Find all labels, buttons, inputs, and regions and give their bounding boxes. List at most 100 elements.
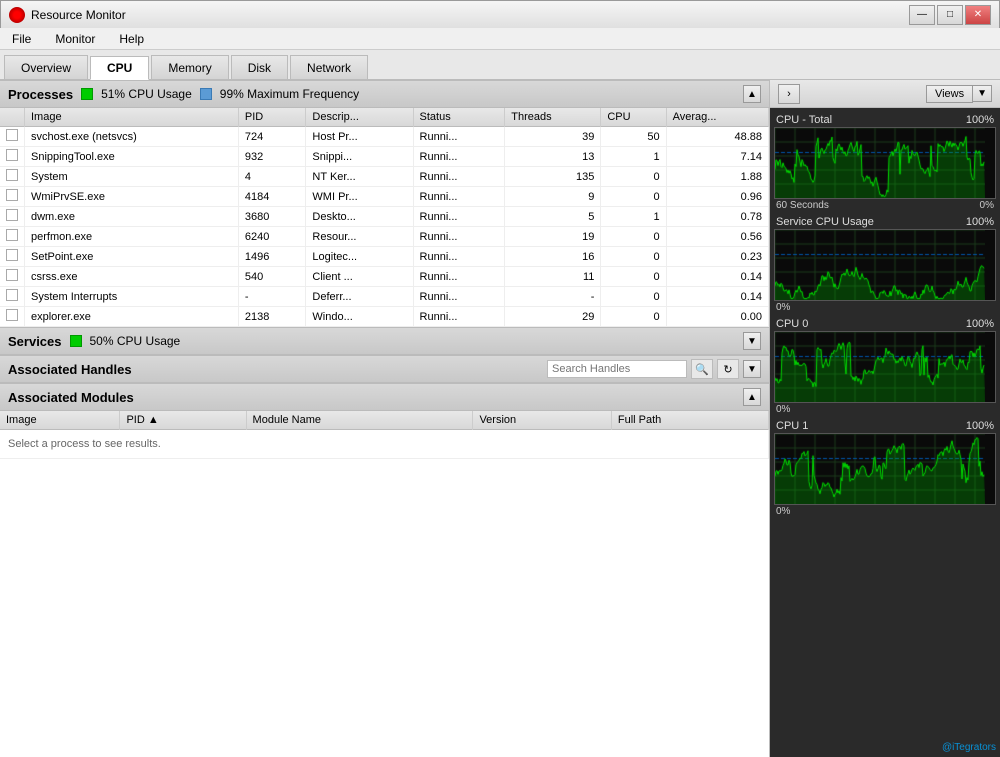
title-buttons: — □ ✕ [909, 5, 991, 25]
graph-cpu-total-footer-val: 0% [980, 200, 994, 211]
row-checkbox[interactable] [0, 167, 25, 187]
row-checkbox[interactable] [0, 187, 25, 207]
row-checkbox[interactable] [0, 287, 25, 307]
tab-network[interactable]: Network [290, 55, 368, 79]
row-desc: WMI Pr... [306, 187, 413, 207]
col-cpu[interactable]: CPU [601, 108, 666, 127]
row-checkbox[interactable] [0, 307, 25, 327]
handles-header[interactable]: Associated Handles 🔍 ↻ ▼ [0, 355, 769, 383]
row-avg: 48.88 [666, 127, 768, 147]
col-threads[interactable]: Threads [505, 108, 601, 127]
menu-file[interactable]: File [8, 30, 35, 48]
modules-collapse-btn[interactable]: ▲ [743, 388, 761, 406]
col-pid[interactable]: PID [238, 108, 306, 127]
freq-indicator [200, 88, 212, 100]
row-avg: 1.88 [666, 167, 768, 187]
right-wrapper: › Views ▼ CPU - Total 100% 60 Seconds 0% [770, 80, 1000, 757]
col-checkbox [0, 108, 25, 127]
right-panel-header: › Views ▼ [770, 80, 1000, 108]
close-button[interactable]: ✕ [965, 5, 991, 25]
row-checkbox[interactable] [0, 207, 25, 227]
modules-header-left: Associated Modules [8, 390, 134, 405]
col-image[interactable]: Image [25, 108, 239, 127]
col-description[interactable]: Descrip... [306, 108, 413, 127]
mod-col-pid[interactable]: PID ▲ [120, 411, 246, 430]
col-average[interactable]: Averag... [666, 108, 768, 127]
row-status: Runni... [413, 207, 505, 227]
table-row[interactable]: dwm.exe 3680 Deskto... Runni... 5 1 0.78 [0, 207, 769, 227]
graph-service-cpu-label: Service CPU Usage [776, 216, 874, 228]
table-row[interactable]: SnippingTool.exe 932 Snippi... Runni... … [0, 147, 769, 167]
row-image: csrss.exe [25, 267, 239, 287]
maximize-button[interactable]: □ [937, 5, 963, 25]
graph-service-cpu-canvas [775, 230, 985, 300]
row-desc: Deferr... [306, 287, 413, 307]
row-desc: Windo... [306, 307, 413, 327]
table-row[interactable]: csrss.exe 540 Client ... Runni... 11 0 0… [0, 267, 769, 287]
row-status: Runni... [413, 127, 505, 147]
col-status[interactable]: Status [413, 108, 505, 127]
table-row[interactable]: WmiPrvSE.exe 4184 WMI Pr... Runni... 9 0… [0, 187, 769, 207]
row-pid: 540 [238, 267, 306, 287]
services-header-left: Services 50% CPU Usage [8, 334, 180, 349]
views-label[interactable]: Views [926, 85, 973, 103]
modules-table-container: Image PID ▲ Module Name Version Full Pat… [0, 411, 769, 757]
minimize-button[interactable]: — [909, 5, 935, 25]
table-row[interactable]: explorer.exe 2138 Windo... Runni... 29 0… [0, 307, 769, 327]
table-row[interactable]: svchost.exe (netsvcs) 724 Host Pr... Run… [0, 127, 769, 147]
graph-cpu1-box [774, 433, 996, 505]
row-checkbox[interactable] [0, 127, 25, 147]
handles-search-bar: 🔍 ↻ ▼ [547, 359, 761, 379]
tab-memory[interactable]: Memory [151, 55, 228, 79]
modules-empty-row: Select a process to see results. [0, 430, 769, 459]
modules-header[interactable]: Associated Modules ▲ [0, 383, 769, 411]
graph-cpu1: CPU 1 100% 0% [774, 418, 996, 518]
row-checkbox[interactable] [0, 147, 25, 167]
handles-search-icon[interactable]: 🔍 [691, 359, 713, 379]
table-row[interactable]: System Interrupts - Deferr... Runni... -… [0, 287, 769, 307]
processes-header[interactable]: Processes 51% CPU Usage 99% Maximum Freq… [0, 80, 769, 108]
process-table-container: Image PID Descrip... Status Threads CPU … [0, 108, 769, 327]
graph-cpu-total: CPU - Total 100% 60 Seconds 0% [774, 112, 996, 212]
mod-col-path[interactable]: Full Path [611, 411, 768, 430]
services-collapse-btn[interactable]: ▼ [743, 332, 761, 350]
row-checkbox[interactable] [0, 247, 25, 267]
left-panel: Processes 51% CPU Usage 99% Maximum Freq… [0, 80, 770, 757]
mod-col-image[interactable]: Image [0, 411, 120, 430]
services-section: Services 50% CPU Usage ▼ [0, 327, 769, 355]
tab-cpu[interactable]: CPU [90, 56, 149, 80]
app-icon [9, 7, 25, 23]
row-pid: 1496 [238, 247, 306, 267]
handles-search-input[interactable] [547, 360, 687, 378]
views-arrow[interactable]: ▼ [973, 85, 992, 102]
mod-col-module[interactable]: Module Name [246, 411, 473, 430]
processes-collapse-btn[interactable]: ▲ [743, 85, 761, 103]
row-desc: Resour... [306, 227, 413, 247]
modules-empty-msg: Select a process to see results. [0, 430, 769, 459]
graph-cpu-total-footer-label: 60 Seconds [776, 200, 829, 211]
row-image: System [25, 167, 239, 187]
row-image: SnippingTool.exe [25, 147, 239, 167]
services-header[interactable]: Services 50% CPU Usage ▼ [0, 327, 769, 355]
graph-cpu0-label: CPU 0 [776, 318, 808, 330]
row-checkbox[interactable] [0, 267, 25, 287]
modules-tbody: Select a process to see results. [0, 430, 769, 459]
row-threads: 135 [505, 167, 601, 187]
handles-refresh-btn[interactable]: ↻ [717, 359, 739, 379]
processes-max-freq: 99% Maximum Frequency [220, 87, 359, 101]
table-row[interactable]: System 4 NT Ker... Runni... 135 0 1.88 [0, 167, 769, 187]
menu-help[interactable]: Help [115, 30, 148, 48]
row-image: SetPoint.exe [25, 247, 239, 267]
row-avg: 0.14 [666, 287, 768, 307]
table-row[interactable]: perfmon.exe 6240 Resour... Runni... 19 0… [0, 227, 769, 247]
mod-col-version[interactable]: Version [473, 411, 611, 430]
table-row[interactable]: SetPoint.exe 1496 Logitec... Runni... 16… [0, 247, 769, 267]
graph-cpu1-label: CPU 1 [776, 420, 808, 432]
tab-overview[interactable]: Overview [4, 55, 88, 79]
handles-collapse-btn[interactable]: ▼ [743, 360, 761, 378]
tab-disk[interactable]: Disk [231, 55, 288, 79]
menu-monitor[interactable]: Monitor [51, 30, 99, 48]
row-threads: 39 [505, 127, 601, 147]
row-checkbox[interactable] [0, 227, 25, 247]
nav-prev-btn[interactable]: › [778, 84, 800, 104]
